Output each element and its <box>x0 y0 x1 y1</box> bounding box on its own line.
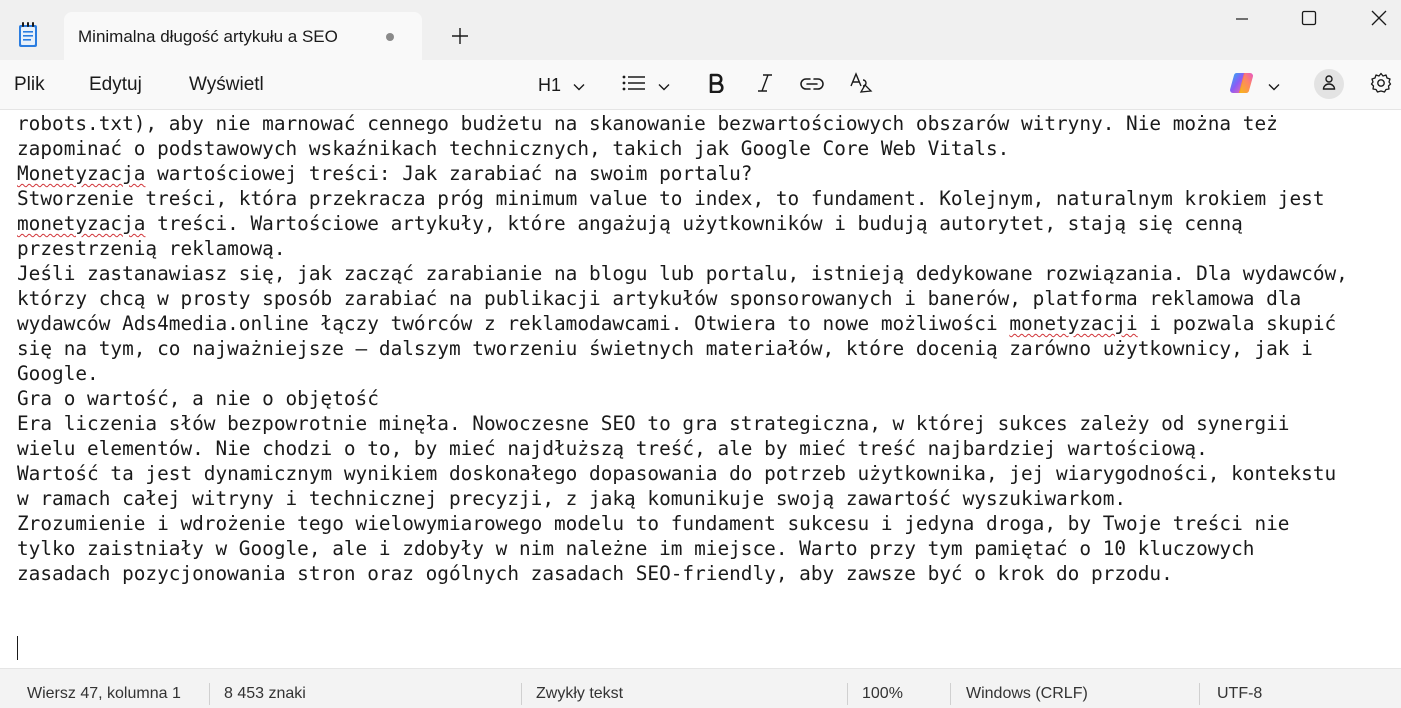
text-line[interactable]: robots.txt), aby nie marnować cennego bu… <box>17 111 1397 136</box>
clear-formatting-icon <box>849 72 873 98</box>
text-line[interactable]: Era liczenia słów bezpowrotnie minęła. N… <box>17 411 1397 436</box>
status-divider <box>209 683 210 705</box>
text-line[interactable]: Monetyzacja wartościowej treści: Jak zar… <box>17 161 1397 186</box>
chevron-down-icon <box>658 76 670 95</box>
bold-button[interactable] <box>702 70 730 100</box>
text-line[interactable]: Gra o wartość, a nie o objętość <box>17 386 1397 411</box>
text-segment: i pozwala skupić <box>1137 312 1337 335</box>
character-count: 8 453 znaki <box>224 685 306 702</box>
italic-icon <box>757 73 773 97</box>
text-segment: Wartość ta jest dynamicznym wynikiem dos… <box>17 462 1337 485</box>
account-icon <box>1321 74 1337 94</box>
text-segment: robots.txt), aby nie marnować cennego bu… <box>17 112 1278 135</box>
text-line[interactable]: przestrzenią reklamową. <box>17 236 1397 261</box>
text-segment: tylko zaistniały w Google, ale i zdobyły… <box>17 537 1255 560</box>
text-line[interactable]: wydawców Ads4media.online łączy twórców … <box>17 311 1397 336</box>
document-text[interactable]: robots.txt), aby nie marnować cennego bu… <box>17 111 1397 586</box>
minimize-icon <box>1235 11 1249 30</box>
settings-button[interactable] <box>1366 70 1396 100</box>
account-button[interactable] <box>1314 69 1344 99</box>
text-line[interactable]: Stworzenie treści, która przekracza próg… <box>17 186 1397 211</box>
text-segment: w ramach całej witryny i technicznej pre… <box>17 487 1127 510</box>
text-segment: Era liczenia słów bezpowrotnie minęła. N… <box>17 412 1290 435</box>
text-segment: Gra o wartość, a nie o objętość <box>17 387 379 410</box>
settings-gear-icon <box>1370 72 1392 98</box>
copilot-dropdown[interactable] <box>1228 70 1288 100</box>
text-line[interactable]: Jeśli zastanawiasz się, jak zacząć zarab… <box>17 261 1397 286</box>
text-line[interactable]: zapominać o podstawowych wskaźnikach tec… <box>17 136 1397 161</box>
text-segment: wydawców Ads4media.online łączy twórców … <box>17 312 1010 335</box>
status-divider <box>1199 683 1200 705</box>
menu-toolbar: Plik Edytuj Wyświetl H1 <box>0 60 1401 110</box>
title-bar: Minimalna długość artykułu a SEO <box>0 0 1401 60</box>
text-line[interactable]: się na tym, co najważniejsze – dalszym t… <box>17 336 1397 361</box>
text-editor[interactable]: robots.txt), aby nie marnować cennego bu… <box>0 110 1401 668</box>
italic-button[interactable] <box>751 70 779 100</box>
notepad-app-icon <box>18 22 38 48</box>
text-segment: się na tym, co najważniejsze – dalszym t… <box>17 337 1313 360</box>
link-icon <box>800 76 824 95</box>
text-segment: treści. Wartościowe artykuły, które anga… <box>145 212 1243 235</box>
menu-file[interactable]: Plik <box>14 74 45 96</box>
text-segment: zapominać o podstawowych wskaźnikach tec… <box>17 137 1010 160</box>
text-segment: zasadach pozycjonowania stron oraz ogóln… <box>17 562 1173 585</box>
heading-dropdown[interactable]: H1 <box>538 70 594 100</box>
text-segment: Google. <box>17 362 99 385</box>
text-segment: wartościowej treści: Jak zarabiać na swo… <box>145 162 753 185</box>
close-button[interactable] <box>1346 0 1401 40</box>
misspelled-word: monetyzacja <box>17 212 146 235</box>
line-endings[interactable]: Windows (CRLF) <box>966 685 1088 703</box>
text-segment: wielu elementów. Nie chodzi o to, by mie… <box>17 437 1208 460</box>
text-line[interactable]: w ramach całej witryny i technicznej pre… <box>17 486 1397 511</box>
text-segment: Jeśli zastanawiasz się, jak zacząć zarab… <box>17 262 1348 285</box>
text-segment: którzy chcą w prosty sposób zarabiać na … <box>17 287 1302 310</box>
maximize-icon <box>1301 10 1317 30</box>
status-divider <box>950 683 951 705</box>
format-mode[interactable]: Zwykły tekst <box>536 685 623 703</box>
unsaved-dot-icon[interactable] <box>386 33 394 41</box>
text-segment: Zrozumienie i wdrożenie tego wielowymiar… <box>17 512 1290 535</box>
cursor-position[interactable]: Wiersz 47, kolumna 1 <box>27 685 181 703</box>
heading-label: H1 <box>538 74 562 95</box>
chevron-down-icon <box>573 76 585 95</box>
zoom-level[interactable]: 100% <box>862 685 903 703</box>
status-divider <box>847 683 848 705</box>
tab-title: Minimalna długość artykułu a SEO <box>78 27 338 46</box>
close-icon <box>1371 10 1387 30</box>
text-line[interactable]: Zrozumienie i wdrożenie tego wielowymiar… <box>17 511 1397 536</box>
text-line[interactable]: zasadach pozycjonowania stron oraz ogóln… <box>17 561 1397 586</box>
encoding[interactable]: UTF-8 <box>1217 685 1262 703</box>
text-line[interactable]: którzy chcą w prosty sposób zarabiać na … <box>17 286 1397 311</box>
clear-formatting-button[interactable] <box>846 70 876 100</box>
copilot-icon <box>1228 71 1256 99</box>
list-icon <box>622 75 646 95</box>
document-tab[interactable]: Minimalna długość artykułu a SEO <box>64 12 422 60</box>
bold-icon <box>708 73 724 97</box>
text-line[interactable]: wielu elementów. Nie chodzi o to, by mie… <box>17 436 1397 461</box>
text-line[interactable]: Wartość ta jest dynamicznym wynikiem dos… <box>17 461 1397 486</box>
text-segment: Stworzenie treści, która przekracza próg… <box>17 187 1325 210</box>
maximize-button[interactable] <box>1276 0 1342 40</box>
new-tab-button[interactable] <box>446 24 474 52</box>
misspelled-word: monetyzacji <box>1009 312 1138 335</box>
list-dropdown[interactable] <box>622 70 676 100</box>
misspelled-word: Monetyzacja <box>17 162 146 185</box>
text-line[interactable]: Google. <box>17 361 1397 386</box>
minimize-button[interactable] <box>1209 0 1275 40</box>
status-divider <box>521 683 522 705</box>
menu-view[interactable]: Wyświetl <box>189 74 264 96</box>
text-line[interactable]: monetyzacja treści. Wartościowe artykuły… <box>17 211 1397 236</box>
link-button[interactable] <box>797 70 827 100</box>
text-line[interactable]: tylko zaistniały w Google, ale i zdobyły… <box>17 536 1397 561</box>
text-segment: przestrzenią reklamową. <box>17 237 286 260</box>
chevron-down-icon <box>1268 76 1280 95</box>
text-cursor <box>17 636 18 660</box>
status-bar: Wiersz 47, kolumna 1 8 453 znaki Zwykły … <box>0 668 1401 708</box>
menu-edit[interactable]: Edytuj <box>89 74 142 96</box>
plus-icon <box>451 27 469 49</box>
